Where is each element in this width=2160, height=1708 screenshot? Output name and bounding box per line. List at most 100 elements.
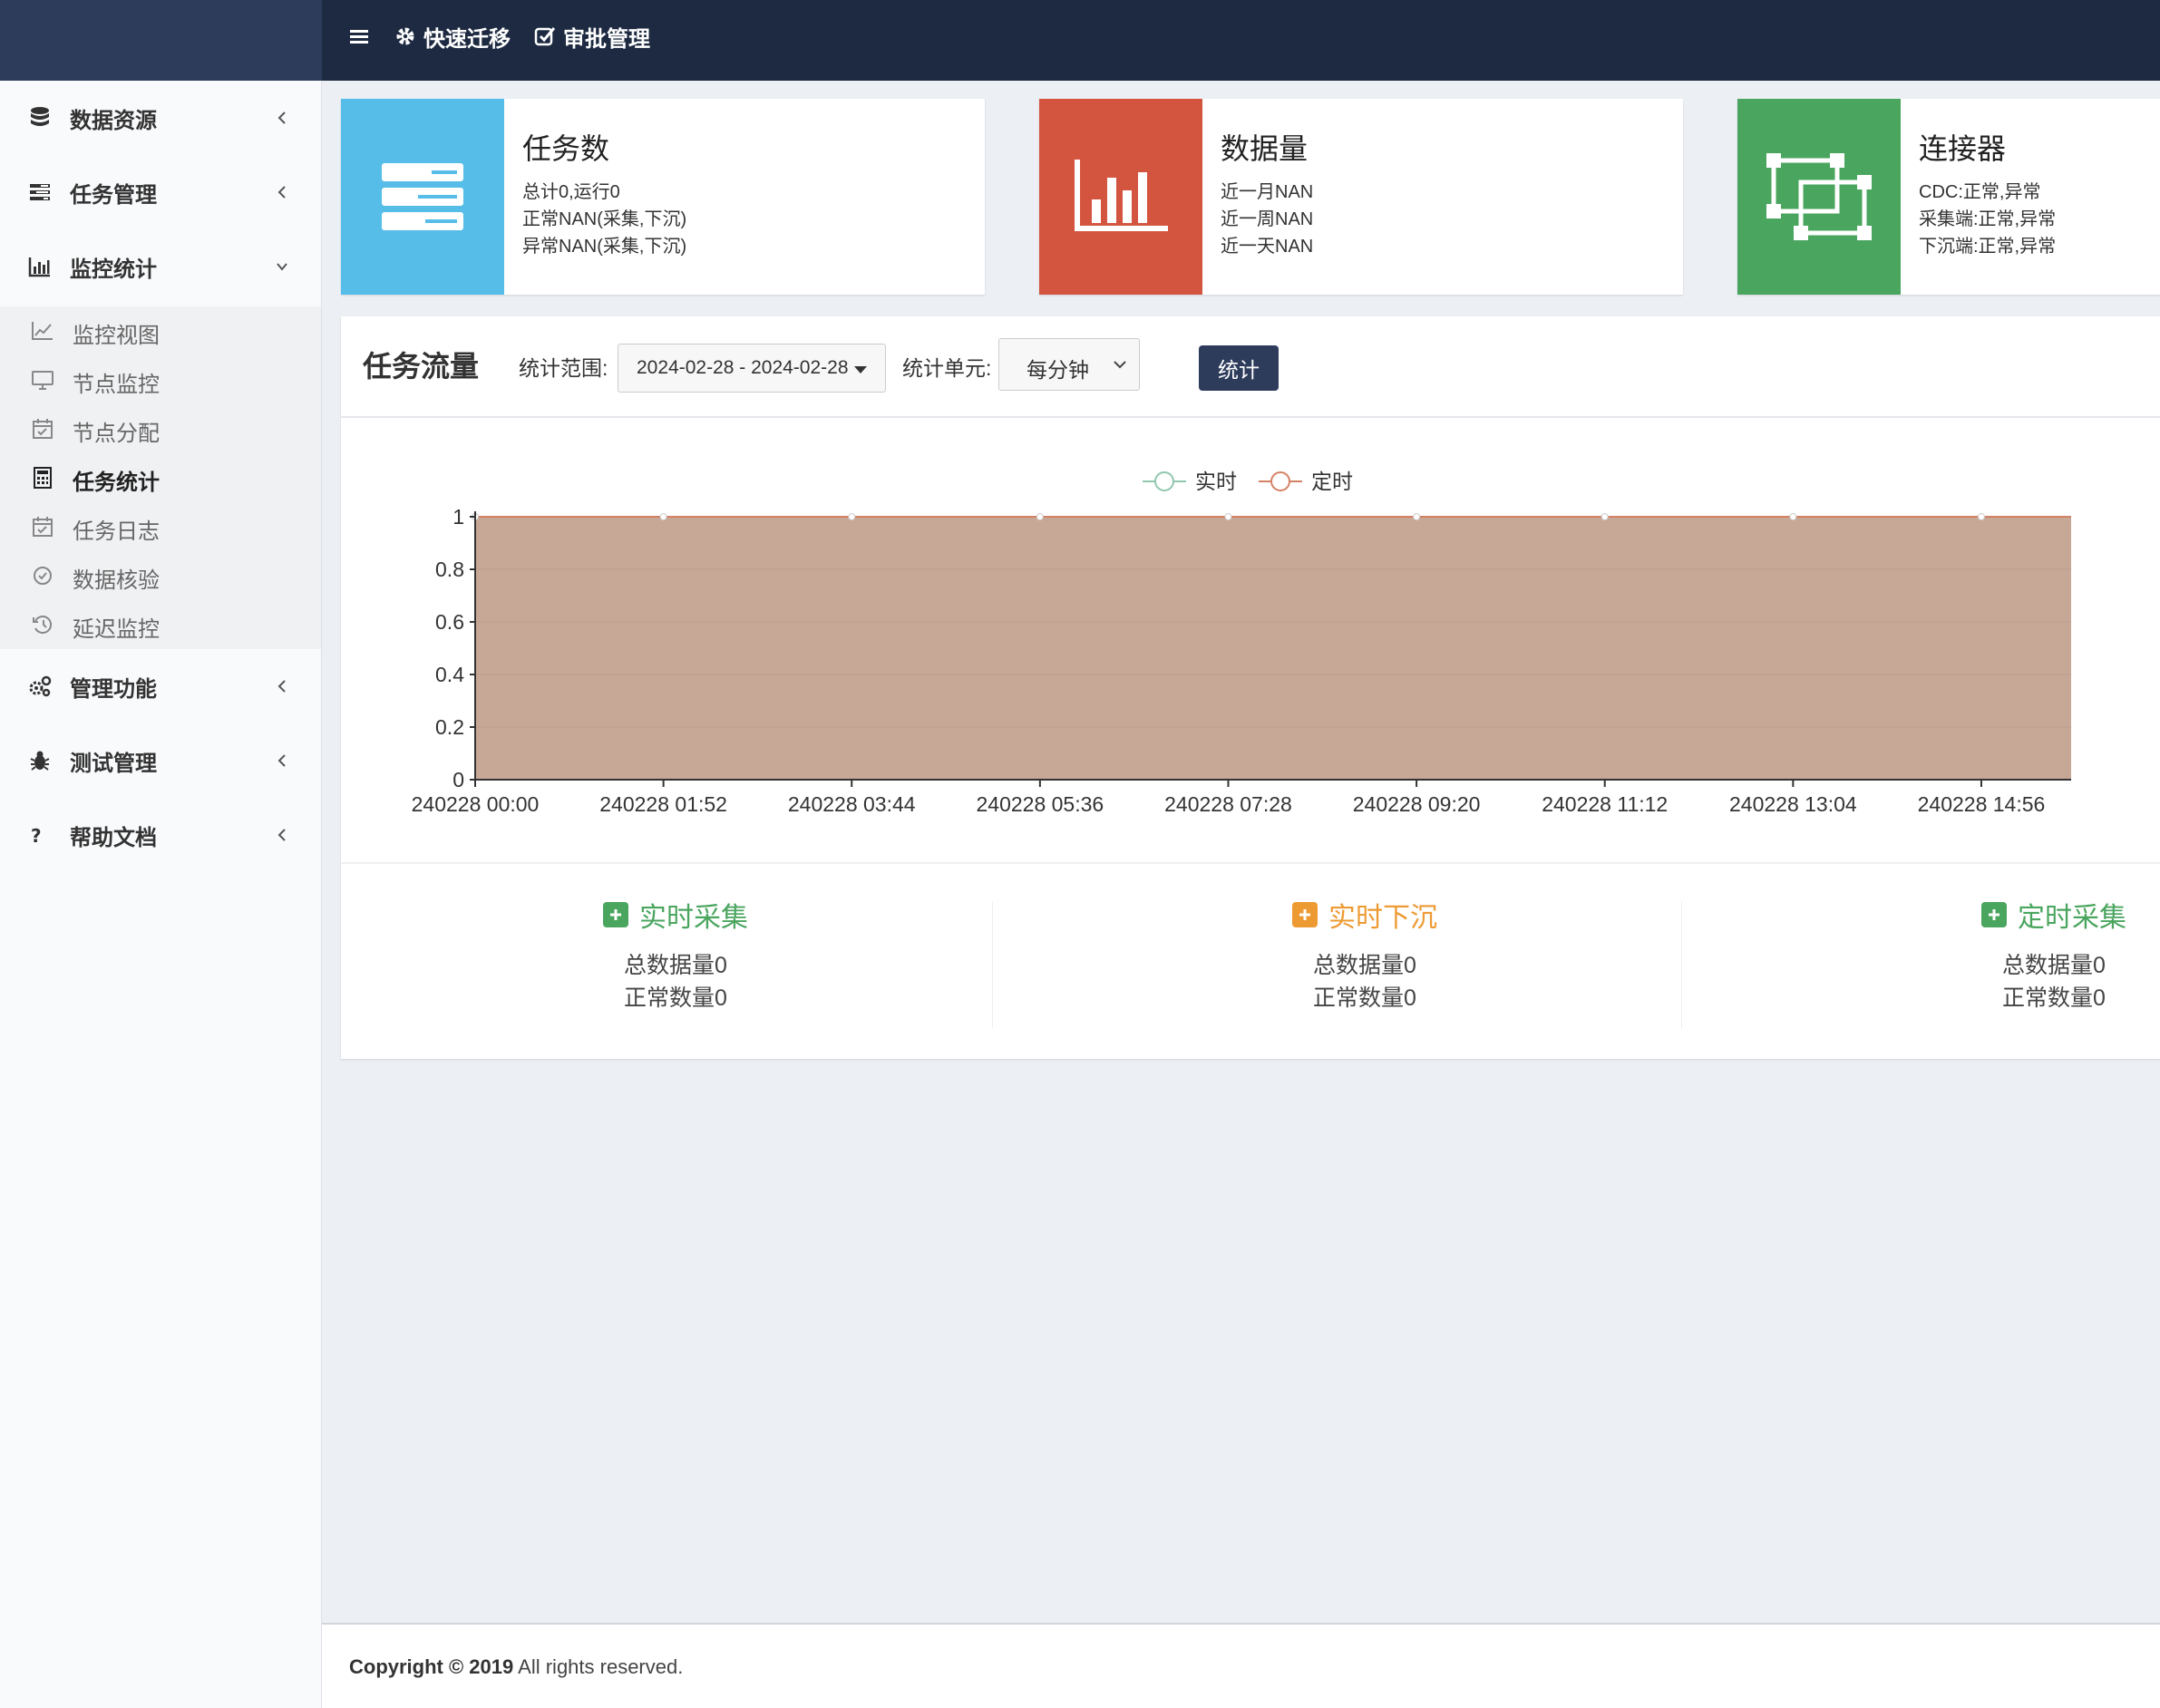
info-box-connectors: 连接器 CDC:正常,异常 采集端:正常,异常 下沉端:正常,异常 bbox=[1737, 99, 2160, 295]
stat-normal: 正常数量0 bbox=[540, 980, 812, 1013]
sidebar-subitem-node-monitor[interactable]: 节点监控 bbox=[0, 355, 321, 404]
divider bbox=[1681, 901, 1682, 1028]
caret-down-icon bbox=[854, 366, 867, 374]
nav-approval-management[interactable]: 审批管理 bbox=[534, 18, 650, 54]
data-point bbox=[848, 513, 856, 520]
stat-normal: 正常数量0 bbox=[1229, 980, 1501, 1013]
calendar-check-icon bbox=[31, 418, 54, 440]
check-circle-icon bbox=[31, 565, 54, 587]
copyright-bold: Copyright © 2019 bbox=[349, 1655, 514, 1678]
tasks-icon bbox=[27, 180, 53, 205]
top-navbar: 快速迁移 审批管理 bbox=[322, 0, 2160, 81]
stat-normal-value: 0 bbox=[715, 985, 727, 1011]
date-range-picker[interactable]: 2024-02-28 - 2024-02-28 bbox=[618, 344, 886, 393]
sidebar-subitem-label: 节点分配 bbox=[73, 422, 160, 446]
stat-total-value: 0 bbox=[1404, 953, 1416, 978]
y-tick-label: 0.6 bbox=[435, 610, 464, 634]
legend-marker bbox=[1154, 471, 1174, 491]
sidebar-logo-area bbox=[0, 0, 322, 81]
info-box-task-count: 任务数 总计0,运行0 正常NAN(采集,下沉) 异常NAN(采集,下沉) bbox=[341, 99, 985, 295]
line-chart-icon bbox=[31, 320, 54, 342]
chevron-left-icon bbox=[274, 825, 290, 845]
info-box-line: CDC:正常,异常 bbox=[1919, 182, 2041, 202]
sidebar-subitem-task-log[interactable]: 任务日志 bbox=[0, 502, 321, 551]
sidebar-subitem-latency-monitor[interactable]: 延迟监控 bbox=[0, 600, 321, 649]
plus-square-icon bbox=[1981, 902, 2007, 927]
chevron-down-icon bbox=[274, 257, 290, 277]
sidebar-subitem-data-verify[interactable]: 数据核验 bbox=[0, 551, 321, 600]
question-icon: ? bbox=[27, 822, 53, 848]
info-box-line: 总计0,运行0 bbox=[522, 182, 620, 202]
hamburger-icon[interactable] bbox=[347, 25, 371, 47]
unit-select[interactable]: 每分钟 bbox=[998, 338, 1140, 391]
gear-icon bbox=[394, 25, 423, 47]
divider bbox=[992, 901, 993, 1028]
info-box-line: 异常NAN(采集,下沉) bbox=[522, 237, 687, 257]
sidebar-item-admin-functions[interactable]: 管理功能 bbox=[0, 649, 322, 723]
chevron-left-icon bbox=[274, 751, 290, 771]
bar-chart-icon bbox=[27, 254, 53, 279]
data-point bbox=[1601, 513, 1609, 520]
plus-square-icon bbox=[1292, 902, 1318, 927]
desktop-icon bbox=[31, 369, 54, 391]
sidebar-subitem-label: 数据核验 bbox=[73, 568, 160, 593]
info-box-line: 正常NAN(采集,下沉) bbox=[522, 209, 687, 229]
stat-normal-value: 0 bbox=[2093, 985, 2106, 1011]
x-tick-label: 240228 01:52 bbox=[599, 792, 727, 816]
nav-link-label: 审批管理 bbox=[563, 26, 650, 52]
info-box-line: 采集端:正常,异常 bbox=[1919, 209, 2057, 229]
sidebar-subitem-node-allocation[interactable]: 节点分配 bbox=[0, 404, 321, 453]
x-tick-label: 240228 09:20 bbox=[1353, 792, 1481, 816]
stat-button[interactable]: 统计 bbox=[1199, 345, 1279, 391]
calendar-check-icon bbox=[31, 516, 54, 538]
sidebar-item-data-resources[interactable]: 数据资源 bbox=[0, 81, 322, 155]
check-square-icon bbox=[534, 25, 563, 47]
stat-total: 总数据量0 bbox=[1229, 947, 1501, 980]
sidebar-item-monitoring-stats[interactable]: 监控统计 bbox=[0, 229, 322, 304]
data-point bbox=[1977, 513, 1985, 520]
stat-header: 实时下沉 bbox=[1229, 897, 1501, 933]
y-tick-label: 0.4 bbox=[435, 663, 464, 686]
history-icon bbox=[31, 614, 54, 636]
stat-total-value: 0 bbox=[2093, 953, 2106, 978]
bug-icon bbox=[27, 748, 53, 773]
sidebar-item-label: 管理功能 bbox=[70, 676, 157, 702]
x-tick-label: 240228 11:12 bbox=[1542, 792, 1668, 816]
copyright: Copyright © 2019 All rights reserved. bbox=[349, 1655, 683, 1679]
sidebar-item-task-management[interactable]: 任务管理 bbox=[0, 155, 322, 229]
legend-marker bbox=[1270, 471, 1290, 491]
stat-title: 定时采集 bbox=[2018, 903, 2126, 933]
data-point bbox=[659, 513, 667, 520]
sidebar-subitem-monitor-view[interactable]: 监控视图 bbox=[0, 306, 321, 355]
task-flow-chart-svg: 0 0.2 0.4 0.6 0.8 1 240228 00:00 240228 01:52 24… bbox=[412, 470, 2071, 816]
nav-quick-migration[interactable]: 快速迁移 bbox=[394, 18, 511, 54]
y-tick-label: 0.8 bbox=[435, 558, 464, 581]
stat-total-value: 0 bbox=[715, 953, 727, 978]
sidebar-subitem-label: 监控视图 bbox=[73, 324, 160, 348]
stat-normal: 正常数量0 bbox=[1918, 980, 2160, 1013]
stat-normal-value: 0 bbox=[1404, 985, 1416, 1011]
stat-normal-label: 正常数量 bbox=[2002, 985, 2094, 1011]
stat-total: 总数据量0 bbox=[540, 947, 812, 980]
x-tick-label: 240228 00:00 bbox=[412, 792, 540, 816]
sidebar-subitem-label: 节点监控 bbox=[73, 373, 160, 397]
sidebar-item-label: 监控统计 bbox=[70, 257, 157, 282]
sidebar-item-help-docs[interactable]: ? 帮助文档 bbox=[0, 798, 322, 872]
sidebar-subitem-task-stats[interactable]: 任务统计 bbox=[0, 453, 321, 502]
x-tick-label: 240228 14:56 bbox=[1918, 792, 2046, 816]
unit-label: 统计单元: bbox=[902, 356, 992, 380]
sidebar-subitem-label: 任务日志 bbox=[73, 519, 160, 544]
bar-chart-icon bbox=[1039, 99, 1202, 295]
stat-normal-label: 正常数量 bbox=[1313, 985, 1405, 1011]
sidebar-item-test-management[interactable]: 测试管理 bbox=[0, 723, 322, 798]
stat-header: 定时采集 bbox=[1918, 897, 2160, 933]
data-point bbox=[1789, 513, 1797, 520]
task-flow-chart: 0 0.2 0.4 0.6 0.8 1 240228 00:00 240228 01:52 24… bbox=[341, 418, 2160, 862]
x-tick-label: 240228 03:44 bbox=[788, 792, 916, 816]
info-box-line: 近一周NAN bbox=[1221, 209, 1314, 229]
info-box-title: 数据量 bbox=[1221, 132, 1309, 165]
stat-scheduled-collect: 定时采集 总数据量0 正常数量0 bbox=[1918, 897, 2160, 1024]
data-point bbox=[1036, 513, 1044, 520]
y-tick-label: 0.2 bbox=[435, 715, 464, 739]
chart-area bbox=[475, 517, 2071, 780]
